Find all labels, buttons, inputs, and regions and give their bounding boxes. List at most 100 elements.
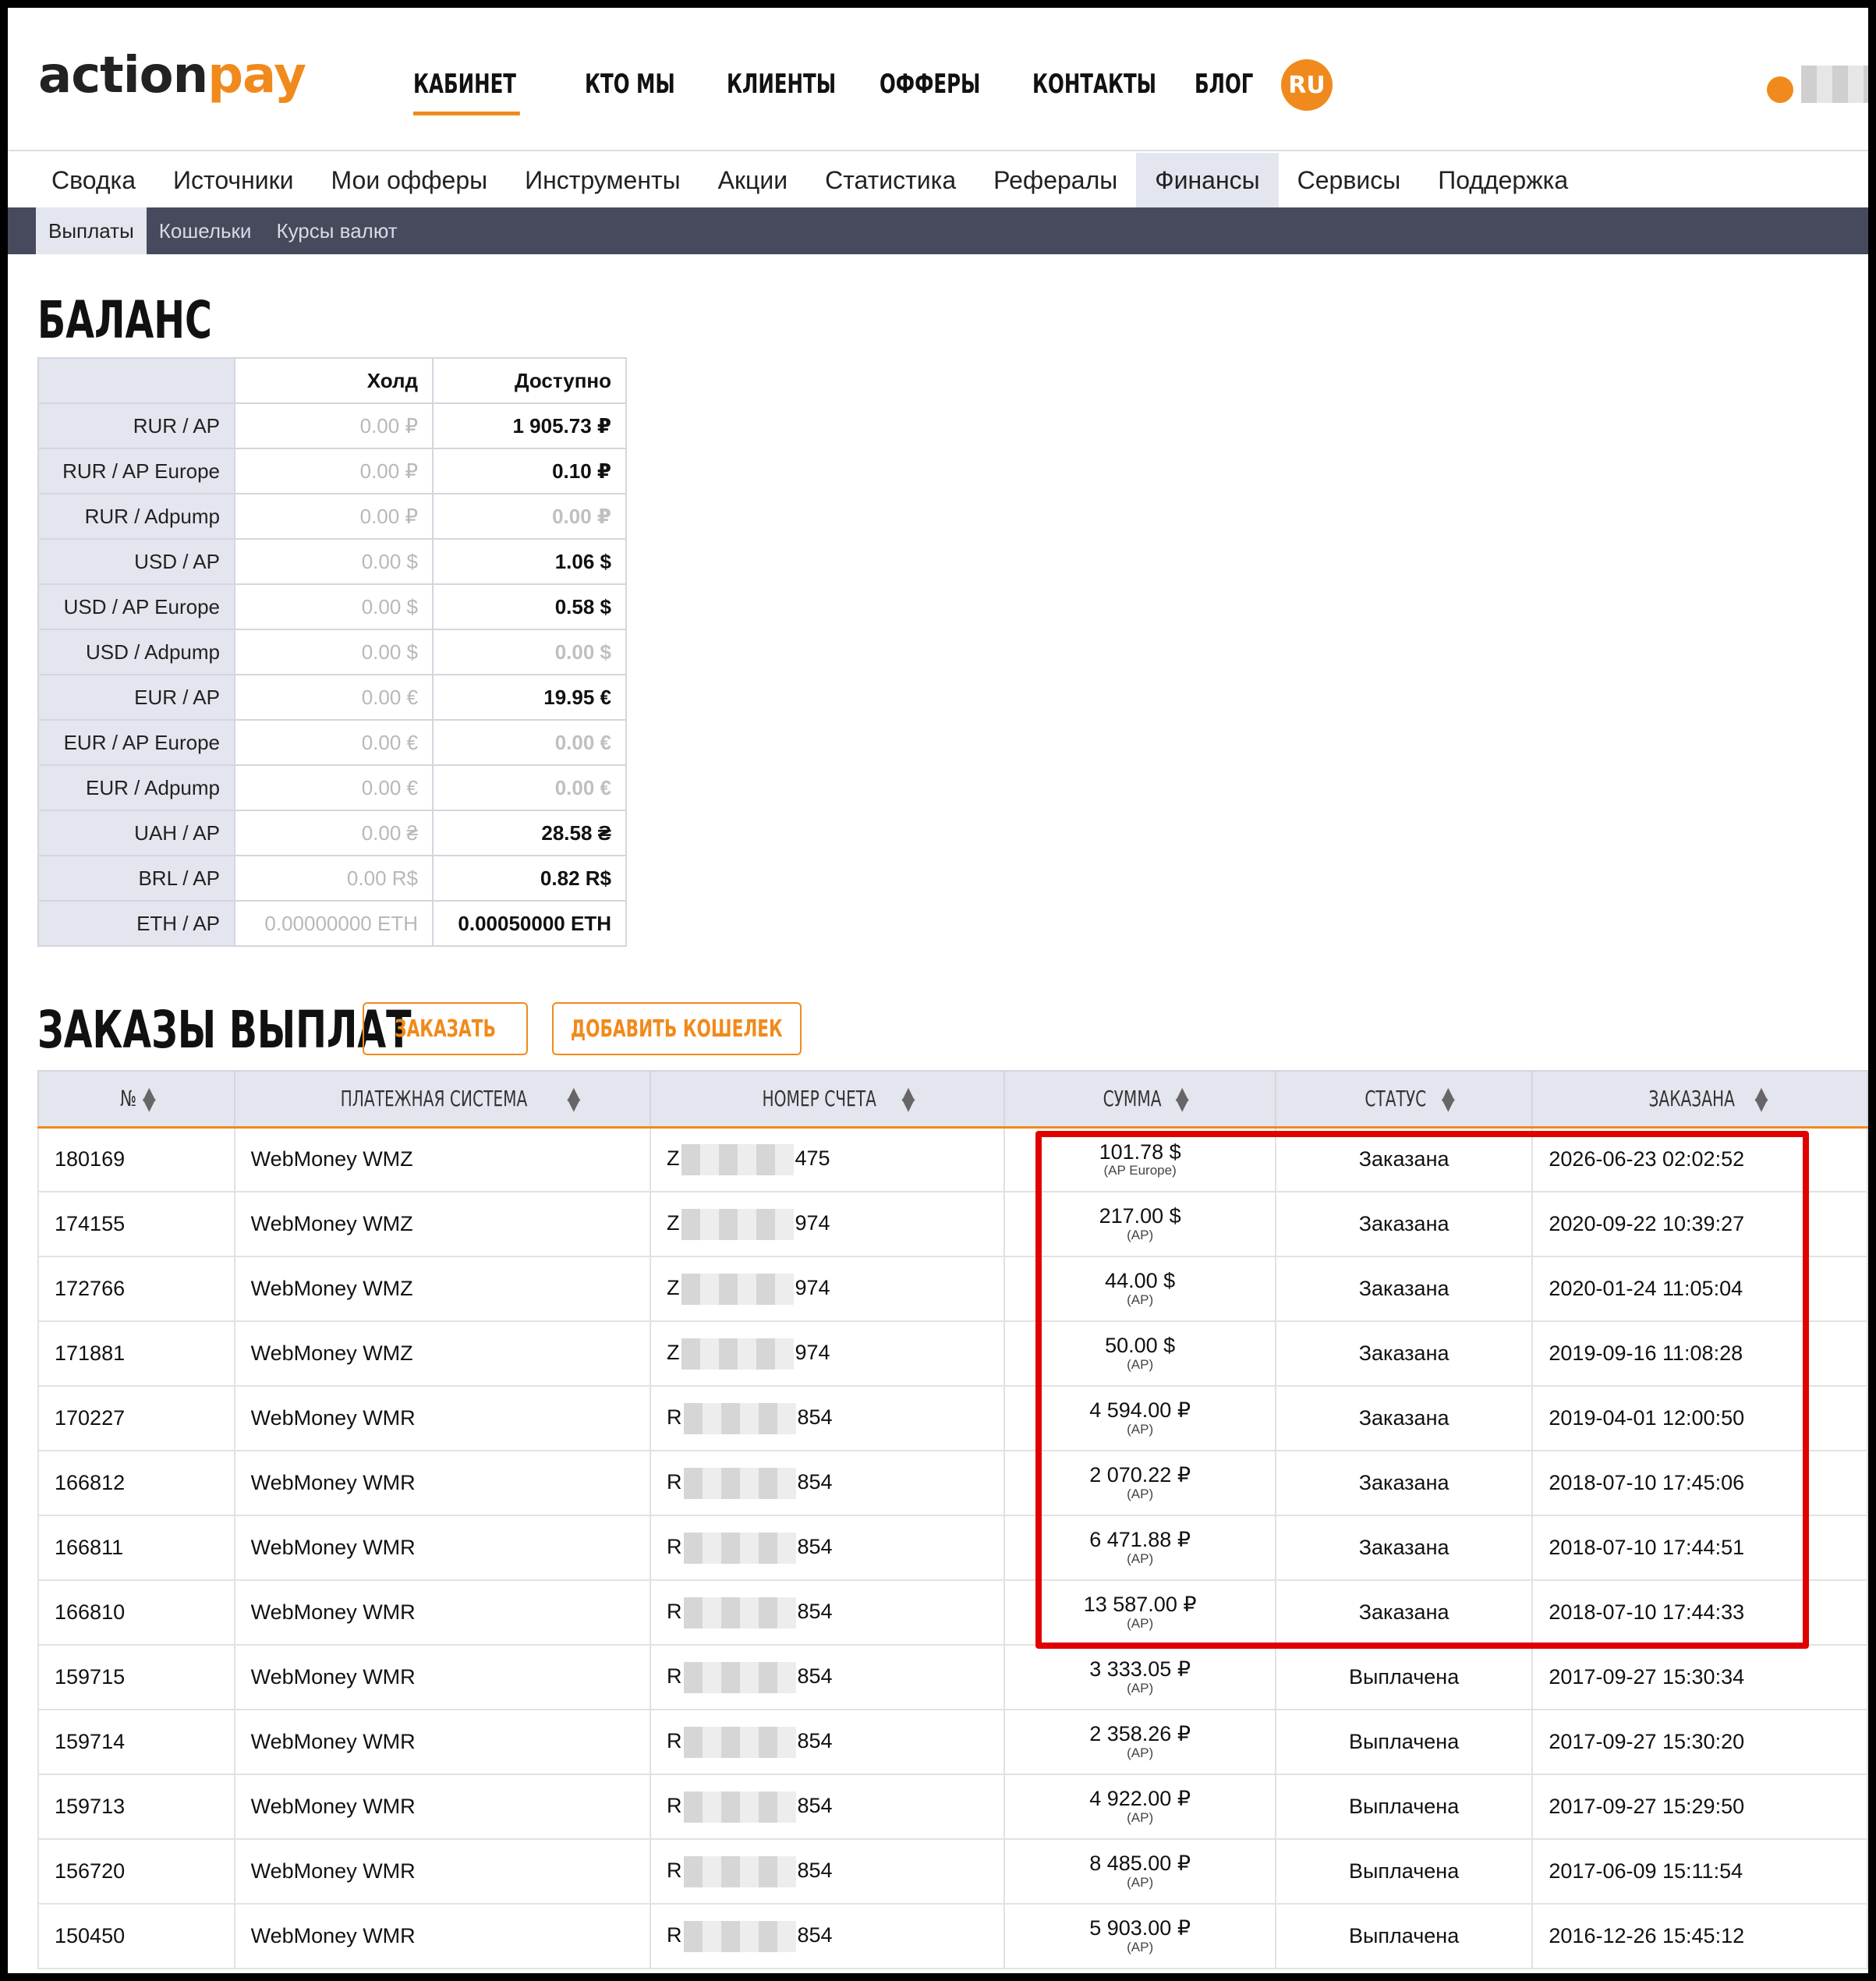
user-name-blurred[interactable] [1801, 66, 1868, 103]
account-blurred [683, 1726, 796, 1758]
column-header-payment-system[interactable]: ПЛАТЕЖНАЯ СИСТЕМА ▲ ▼ [233, 1070, 652, 1129]
table-row[interactable]: 172766 WebMoney WMZ Z 974 44.00 $ (AP) Заказан… [37, 1256, 1868, 1322]
balance-hold-value: 0.00 ₽ [234, 402, 434, 449]
account-blurred [683, 1920, 796, 1952]
sort-icon[interactable]: ▲ ▼ [1754, 1086, 1768, 1114]
account-number: Z 974 [649, 1256, 1006, 1322]
column-header-label: № [119, 1086, 136, 1112]
table-row[interactable]: 166810 WebMoney WMR R 854 13 587.00 ₽ (AP) Зак… [37, 1579, 1868, 1646]
amount-cell: 101.78 $ (AP Europe) [1003, 1126, 1276, 1192]
table-row[interactable]: 159714 WebMoney WMR R 854 2 358.26 ₽ (AP) Выпл… [37, 1709, 1868, 1775]
balance-row: USD / AP Europe 0.00 $0.58 $ [37, 583, 627, 630]
table-row[interactable]: 170227 WebMoney WMR R 854 4 594.00 ₽ (AP) Зака… [37, 1385, 1868, 1451]
amount-source: (AP) [1127, 1357, 1154, 1372]
subnav-exchange-rates[interactable]: Курсы валют [264, 207, 409, 254]
mainnav-sources[interactable]: Источники [154, 153, 312, 207]
amount-cell: 50.00 $ (AP) [1003, 1320, 1276, 1387]
balance-hold-value: 0.00 $ [234, 583, 434, 630]
payment-system: WebMoney WMR [233, 1385, 652, 1451]
sort-icon[interactable]: ▲ ▼ [1442, 1086, 1455, 1114]
order-id: 166812 [37, 1450, 235, 1516]
mainnav-promos[interactable]: Акции [699, 153, 806, 207]
column-header-ordered-at[interactable]: ЗАКАЗАНА ▲ ▼ [1531, 1070, 1868, 1129]
account-suffix: 974 [795, 1275, 830, 1299]
column-header-number[interactable]: № ▲ ▼ [37, 1070, 235, 1129]
column-header-account-number[interactable]: НОМЕР СЧЕТА ▲ ▼ [649, 1070, 1006, 1129]
topnav-contacts[interactable]: КОНТАКТЫ [1032, 69, 1156, 100]
table-row[interactable]: 171881 WebMoney WMZ Z 974 50.00 $ (AP) Заказан… [37, 1320, 1868, 1387]
topnav-cabinet[interactable]: КАБИНЕТ [413, 69, 520, 115]
table-row[interactable]: 159713 WebMoney WMR R 854 4 922.00 ₽ (AP) Выпл… [37, 1774, 1868, 1840]
table-row[interactable]: 150450 WebMoney WMR R 854 5 903.00 ₽ (AP) Выпл… [37, 1903, 1868, 1969]
subnav-payouts[interactable]: Выплаты [36, 207, 147, 254]
account-number: Z 974 [649, 1320, 1006, 1387]
status-value: Заказана [1274, 1320, 1534, 1387]
subnav-wallets[interactable]: Кошельки [147, 207, 264, 254]
account-number: Z 974 [649, 1191, 1006, 1257]
balance-row: ETH / AP 0.00000000 ETH 0.00050000 ETH [37, 900, 627, 947]
account-prefix: R [667, 1534, 682, 1558]
balance-currency-label: USD / AP [37, 538, 235, 585]
balance-row: EUR / AP 0.00 €19.95 € [37, 674, 627, 721]
sort-icon[interactable]: ▲ ▼ [567, 1086, 580, 1114]
balance-available-value: 1.06 $ [432, 538, 627, 585]
amount-value: 5 903.00 ₽ [1089, 1916, 1191, 1940]
payment-system: WebMoney WMZ [233, 1320, 652, 1387]
table-row[interactable]: 180169 WebMoney WMZ Z 475 101.78 $ (AP Europe… [37, 1126, 1868, 1192]
balance-hold-value: 0.00 € [234, 764, 434, 811]
topnav-blog[interactable]: БЛОГ [1195, 69, 1253, 100]
account-blurred [683, 1402, 796, 1434]
sort-icon[interactable]: ▲ ▼ [1176, 1086, 1189, 1114]
account-number: R 854 [649, 1709, 1006, 1775]
mainnav-summary[interactable]: Сводка [8, 153, 154, 207]
account-blurred [681, 1208, 794, 1240]
account-number: R 854 [649, 1579, 1006, 1646]
column-header-label: НОМЕР СЧЕТА [762, 1086, 876, 1112]
sort-icon[interactable]: ▲ ▼ [901, 1086, 915, 1114]
ordered-date: 2017-06-09 15:11:54 [1531, 1838, 1868, 1905]
logo-text-pay: pay [207, 47, 306, 105]
mainnav-finance[interactable]: Финансы [1136, 153, 1279, 207]
balance-row: RUR / Adpump 0.00 ₽0.00 ₽ [37, 493, 627, 540]
mainnav-referrals[interactable]: Рефералы [975, 153, 1136, 207]
account-number: R 854 [649, 1515, 1006, 1581]
topnav-clients[interactable]: КЛИЕНТЫ [727, 69, 836, 100]
payment-system: WebMoney WMZ [233, 1256, 652, 1322]
actionpay-logo[interactable]: actionpay [38, 47, 306, 105]
column-header-amount[interactable]: СУММА ▲ ▼ [1003, 1070, 1276, 1129]
add-wallet-button[interactable]: ДОБАВИТЬ КОШЕЛЕК [552, 1002, 802, 1055]
mainnav-my-offers[interactable]: Мои офферы [313, 153, 507, 207]
sort-icon[interactable]: ▲ ▼ [143, 1086, 156, 1114]
status-value: Заказана [1274, 1385, 1534, 1451]
table-row[interactable]: 174155 WebMoney WMZ Z 974 217.00 $ (AP) Заказа… [37, 1191, 1868, 1257]
order-payout-button[interactable]: ЗАКАЗАТЬ [363, 1002, 528, 1055]
language-switch[interactable]: RU [1281, 59, 1333, 111]
balance-available-value: 0.82 R$ [432, 855, 627, 902]
table-row[interactable]: 166811 WebMoney WMR R 854 6 471.88 ₽ (AP) Зака… [37, 1515, 1868, 1581]
mainnav-support[interactable]: Поддержка [1419, 153, 1587, 207]
mainnav-statistics[interactable]: Статистика [806, 153, 975, 207]
mainnav-tools[interactable]: Инструменты [506, 153, 699, 207]
payment-system: WebMoney WMZ [233, 1191, 652, 1257]
topnav-about[interactable]: КТО МЫ [585, 69, 675, 100]
balance-currency-label: RUR / AP [37, 402, 235, 449]
site-header: actionpay КАБИНЕТ КТО МЫ КЛИЕНТЫ ОФФЕРЫ … [8, 8, 1868, 151]
mainnav-services[interactable]: Сервисы [1279, 153, 1420, 207]
ordered-date: 2019-04-01 12:00:50 [1531, 1385, 1868, 1451]
column-header-status[interactable]: СТАТУС ▲ ▼ [1274, 1070, 1534, 1129]
account-prefix: Z [667, 1340, 680, 1364]
table-row[interactable]: 156720 WebMoney WMR R 854 8 485.00 ₽ (AP) Выпл… [37, 1838, 1868, 1905]
account-prefix: R [667, 1728, 682, 1752]
balance-header-hold: Холд [234, 357, 434, 404]
balance-row: RUR / AP 0.00 ₽1 905.73 ₽ [37, 402, 627, 449]
table-row[interactable]: 166812 WebMoney WMR R 854 2 070.22 ₽ (AP) Зака… [37, 1450, 1868, 1516]
user-avatar-dot[interactable] [1767, 76, 1793, 103]
order-id: 150450 [37, 1903, 235, 1969]
payment-system: WebMoney WMR [233, 1579, 652, 1646]
ordered-date: 2019-09-16 11:08:28 [1531, 1320, 1868, 1387]
amount-value: 101.78 $ [1099, 1139, 1181, 1164]
balance-currency-label: EUR / Adpump [37, 764, 235, 811]
table-row[interactable]: 159715 WebMoney WMR R 854 3 333.05 ₽ (AP) Выпл… [37, 1644, 1868, 1710]
amount-value: 50.00 $ [1105, 1334, 1176, 1358]
topnav-offers[interactable]: ОФФЕРЫ [880, 69, 980, 100]
